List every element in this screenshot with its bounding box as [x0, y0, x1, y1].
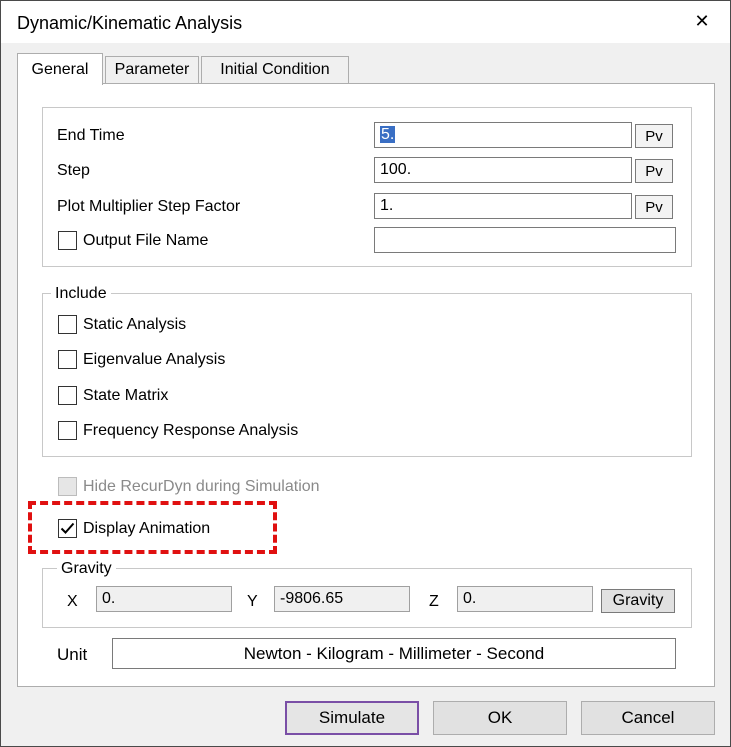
unit-value: Newton - Kilogram - Millimeter - Second: [243, 643, 545, 663]
eigenvalue-analysis-checkbox[interactable]: [58, 350, 77, 369]
dialog-window: Dynamic/Kinematic Analysis ✕ General Par…: [0, 0, 731, 747]
tab-parameter[interactable]: Parameter: [105, 56, 199, 83]
gravity-y-input[interactable]: -9806.65: [274, 586, 410, 612]
window-title: Dynamic/Kinematic Analysis: [17, 13, 243, 33]
plot-multiplier-input[interactable]: 1.: [374, 193, 632, 219]
gravity-x-value: 0.: [102, 590, 116, 607]
gravity-button[interactable]: Gravity: [601, 589, 675, 613]
gravity-y-label: Y: [247, 593, 258, 610]
end-time-pv-button[interactable]: Pv: [635, 124, 673, 148]
gravity-caption: Gravity: [57, 560, 116, 578]
plot-multiplier-label: Plot Multiplier Step Factor: [57, 198, 241, 215]
frequency-response-label: Frequency Response Analysis: [83, 422, 299, 439]
gravity-z-label: Z: [429, 593, 439, 610]
state-matrix-label: State Matrix: [83, 387, 169, 404]
end-time-input[interactable]: 5.: [374, 122, 632, 148]
cancel-button-label: Cancel: [621, 708, 675, 727]
output-file-input[interactable]: [374, 227, 676, 253]
unit-display[interactable]: Newton - Kilogram - Millimeter - Second: [112, 638, 676, 669]
static-analysis-checkbox[interactable]: [58, 315, 77, 334]
plot-multiplier-pv-button[interactable]: Pv: [635, 195, 673, 219]
tab-general-label: General: [31, 60, 89, 78]
close-button[interactable]: ✕: [688, 9, 716, 33]
step-label: Step: [57, 162, 90, 179]
hide-recurdyn-checkbox[interactable]: [58, 477, 77, 496]
pv-label: Pv: [645, 127, 663, 145]
step-value: 100.: [380, 161, 412, 178]
simulate-button[interactable]: Simulate: [285, 701, 419, 735]
tab-parameter-label: Parameter: [114, 61, 190, 78]
gravity-button-label: Gravity: [612, 592, 664, 609]
include-caption: Include: [51, 285, 111, 303]
step-pv-button[interactable]: Pv: [635, 159, 673, 183]
gravity-x-input[interactable]: 0.: [96, 586, 232, 612]
title-bar: Dynamic/Kinematic Analysis ✕: [1, 1, 730, 43]
plot-multiplier-value: 1.: [380, 197, 394, 214]
cancel-button[interactable]: Cancel: [581, 701, 715, 735]
hide-recurdyn-label: Hide RecurDyn during Simulation: [83, 478, 320, 495]
frequency-response-checkbox[interactable]: [58, 421, 77, 440]
tab-initial-condition[interactable]: Initial Condition: [201, 56, 349, 83]
output-file-label: Output File Name: [83, 232, 209, 249]
static-analysis-label: Static Analysis: [83, 316, 187, 333]
ok-button[interactable]: OK: [433, 701, 567, 735]
ok-button-label: OK: [487, 708, 513, 727]
output-file-checkbox[interactable]: [58, 231, 77, 250]
end-time-label: End Time: [57, 127, 125, 144]
tab-initial-condition-label: Initial Condition: [220, 61, 330, 78]
annotation-highlight: [28, 501, 277, 554]
step-input[interactable]: 100.: [374, 157, 632, 183]
gravity-x-label: X: [67, 593, 78, 610]
state-matrix-checkbox[interactable]: [58, 386, 77, 405]
simulate-button-label: Simulate: [318, 708, 386, 727]
tab-general[interactable]: General: [17, 53, 103, 85]
eigenvalue-analysis-label: Eigenvalue Analysis: [83, 351, 226, 368]
close-icon: ✕: [694, 10, 710, 31]
pv-label: Pv: [645, 198, 663, 216]
unit-label: Unit: [57, 645, 88, 664]
gravity-z-value: 0.: [463, 590, 477, 607]
end-time-value: 5.: [380, 126, 396, 143]
gravity-z-input[interactable]: 0.: [457, 586, 593, 612]
pv-label: Pv: [645, 162, 663, 180]
gravity-y-value: -9806.65: [280, 590, 344, 607]
